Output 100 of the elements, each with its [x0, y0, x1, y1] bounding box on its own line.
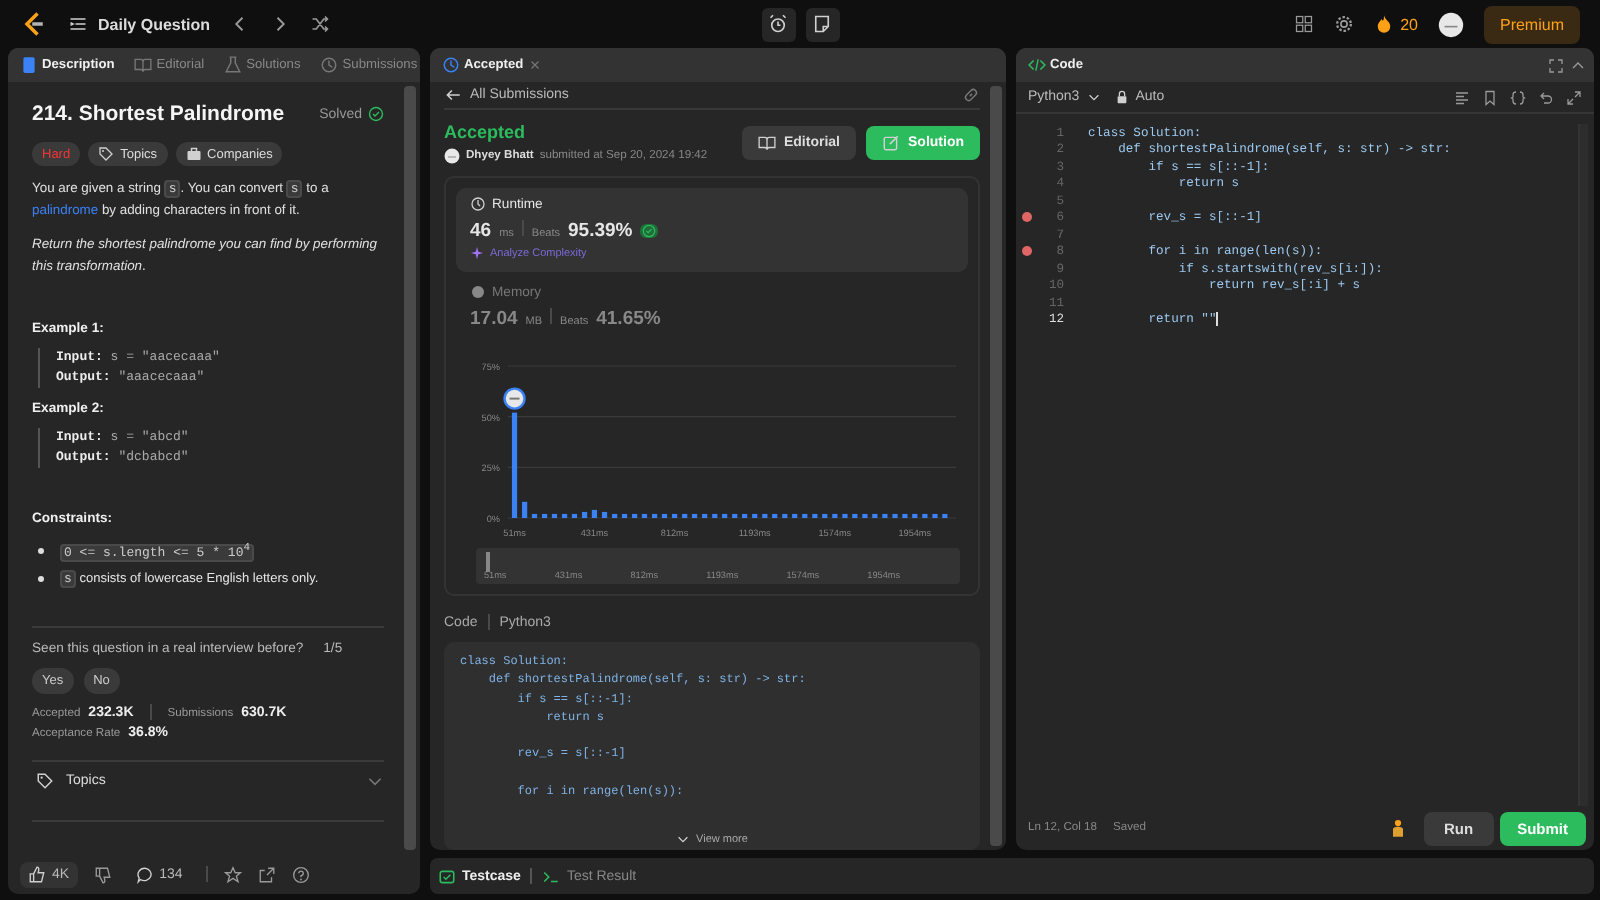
bar[interactable]	[652, 513, 658, 518]
avatar-icon	[444, 148, 460, 164]
memory-icon	[470, 284, 486, 300]
daily-question-button[interactable]: Daily Question	[68, 14, 211, 34]
help-icon[interactable]	[292, 865, 311, 883]
bar[interactable]	[562, 513, 568, 518]
bar[interactable]	[742, 513, 748, 518]
bar[interactable]	[752, 513, 758, 518]
beats-value: 41.65%	[596, 308, 661, 330]
bar[interactable]	[912, 513, 918, 518]
scrollbar[interactable]	[990, 86, 1002, 846]
bar[interactable]	[892, 513, 898, 518]
bar[interactable]	[702, 513, 708, 518]
sparkle-icon	[470, 246, 484, 260]
bar[interactable]	[862, 513, 868, 518]
alarm-clock-icon[interactable]	[768, 14, 788, 34]
bar[interactable]	[882, 513, 888, 518]
list-icon	[68, 14, 88, 34]
bookmark-icon[interactable]	[1482, 89, 1498, 105]
code-icon	[1028, 56, 1046, 74]
format-icon[interactable]	[1454, 89, 1470, 105]
bar[interactable]	[792, 513, 798, 518]
bar[interactable]	[812, 513, 818, 518]
avatar-icon	[503, 387, 526, 410]
bar[interactable]	[612, 513, 618, 518]
briefcase-icon	[185, 146, 202, 162]
bar[interactable]	[732, 513, 738, 518]
arrow-left-icon	[444, 86, 462, 104]
bar[interactable]	[531, 513, 538, 518]
breakpoint-dot[interactable]	[1022, 246, 1032, 257]
bar[interactable]	[722, 513, 728, 518]
chevron-down-icon	[676, 832, 691, 846]
metric-value: 17.04	[470, 308, 518, 330]
premium-button[interactable]: Premium	[1483, 5, 1580, 43]
bar[interactable]	[551, 513, 558, 518]
thumbs-up-icon	[28, 865, 46, 883]
bar[interactable]	[762, 513, 768, 518]
bar[interactable]	[661, 513, 668, 518]
bar[interactable]	[571, 513, 578, 518]
bar[interactable]	[822, 513, 828, 518]
slider-handle[interactable]	[485, 552, 490, 572]
bar[interactable]	[902, 513, 908, 518]
clock-icon	[470, 196, 486, 212]
bar[interactable]	[542, 513, 548, 518]
link-icon[interactable]	[962, 86, 980, 104]
logo-icon[interactable]	[20, 10, 48, 38]
bar[interactable]	[591, 509, 598, 518]
braces-icon[interactable]	[1510, 89, 1526, 105]
bar[interactable]	[682, 513, 688, 518]
shuffle-icon[interactable]	[310, 14, 331, 34]
thumbs-down-icon[interactable]	[93, 865, 112, 883]
bar[interactable]	[802, 513, 808, 518]
bar[interactable]	[621, 513, 628, 518]
check-icon	[642, 224, 657, 238]
lock-icon	[1113, 90, 1130, 104]
bar[interactable]	[632, 513, 638, 518]
star-icon[interactable]	[224, 865, 243, 883]
breakpoint-dot[interactable]	[1022, 212, 1032, 223]
close-icon[interactable]	[527, 58, 542, 72]
bar[interactable]	[601, 511, 608, 518]
bar[interactable]	[511, 412, 518, 518]
bar[interactable]	[852, 513, 858, 518]
expand-icon[interactable]	[1566, 89, 1582, 105]
chevron-down-icon	[1085, 90, 1102, 104]
bar[interactable]	[832, 513, 838, 518]
share-icon[interactable]	[258, 865, 277, 883]
bar[interactable]	[712, 513, 718, 518]
settings-icon[interactable]	[1334, 14, 1355, 34]
bar[interactable]	[872, 513, 878, 518]
bar[interactable]	[922, 513, 928, 518]
bar[interactable]	[942, 513, 948, 518]
verdict-text: Accepted	[444, 122, 528, 142]
beats-value: 95.39%	[568, 220, 633, 242]
flask-icon	[224, 56, 243, 74]
grid-icon[interactable]	[1294, 14, 1315, 34]
bar[interactable]	[672, 513, 678, 518]
note-icon[interactable]	[812, 14, 832, 34]
comment-icon	[135, 865, 154, 883]
tag-icon	[36, 772, 54, 791]
bar[interactable]	[932, 513, 938, 518]
undo-icon[interactable]	[1538, 89, 1554, 105]
streak-counter[interactable]: 20	[1374, 14, 1418, 34]
avatar-icon[interactable]	[1437, 11, 1464, 37]
checkbox-icon	[438, 867, 456, 885]
chevron-up-icon[interactable]	[1570, 57, 1586, 73]
bar[interactable]	[691, 513, 698, 518]
bar[interactable]	[782, 513, 788, 518]
fullscreen-icon[interactable]	[1548, 57, 1564, 73]
edit-icon	[882, 134, 900, 152]
history-icon	[442, 56, 460, 74]
bar[interactable]	[772, 513, 778, 518]
document-icon	[20, 56, 38, 74]
scrollbar[interactable]	[404, 86, 416, 850]
history-icon	[320, 56, 339, 74]
bar[interactable]	[842, 513, 848, 518]
book-icon	[134, 56, 153, 74]
check-circle-icon	[368, 106, 384, 122]
terminal-icon	[542, 867, 561, 885]
bar[interactable]	[641, 513, 648, 518]
bar[interactable]	[581, 511, 588, 518]
